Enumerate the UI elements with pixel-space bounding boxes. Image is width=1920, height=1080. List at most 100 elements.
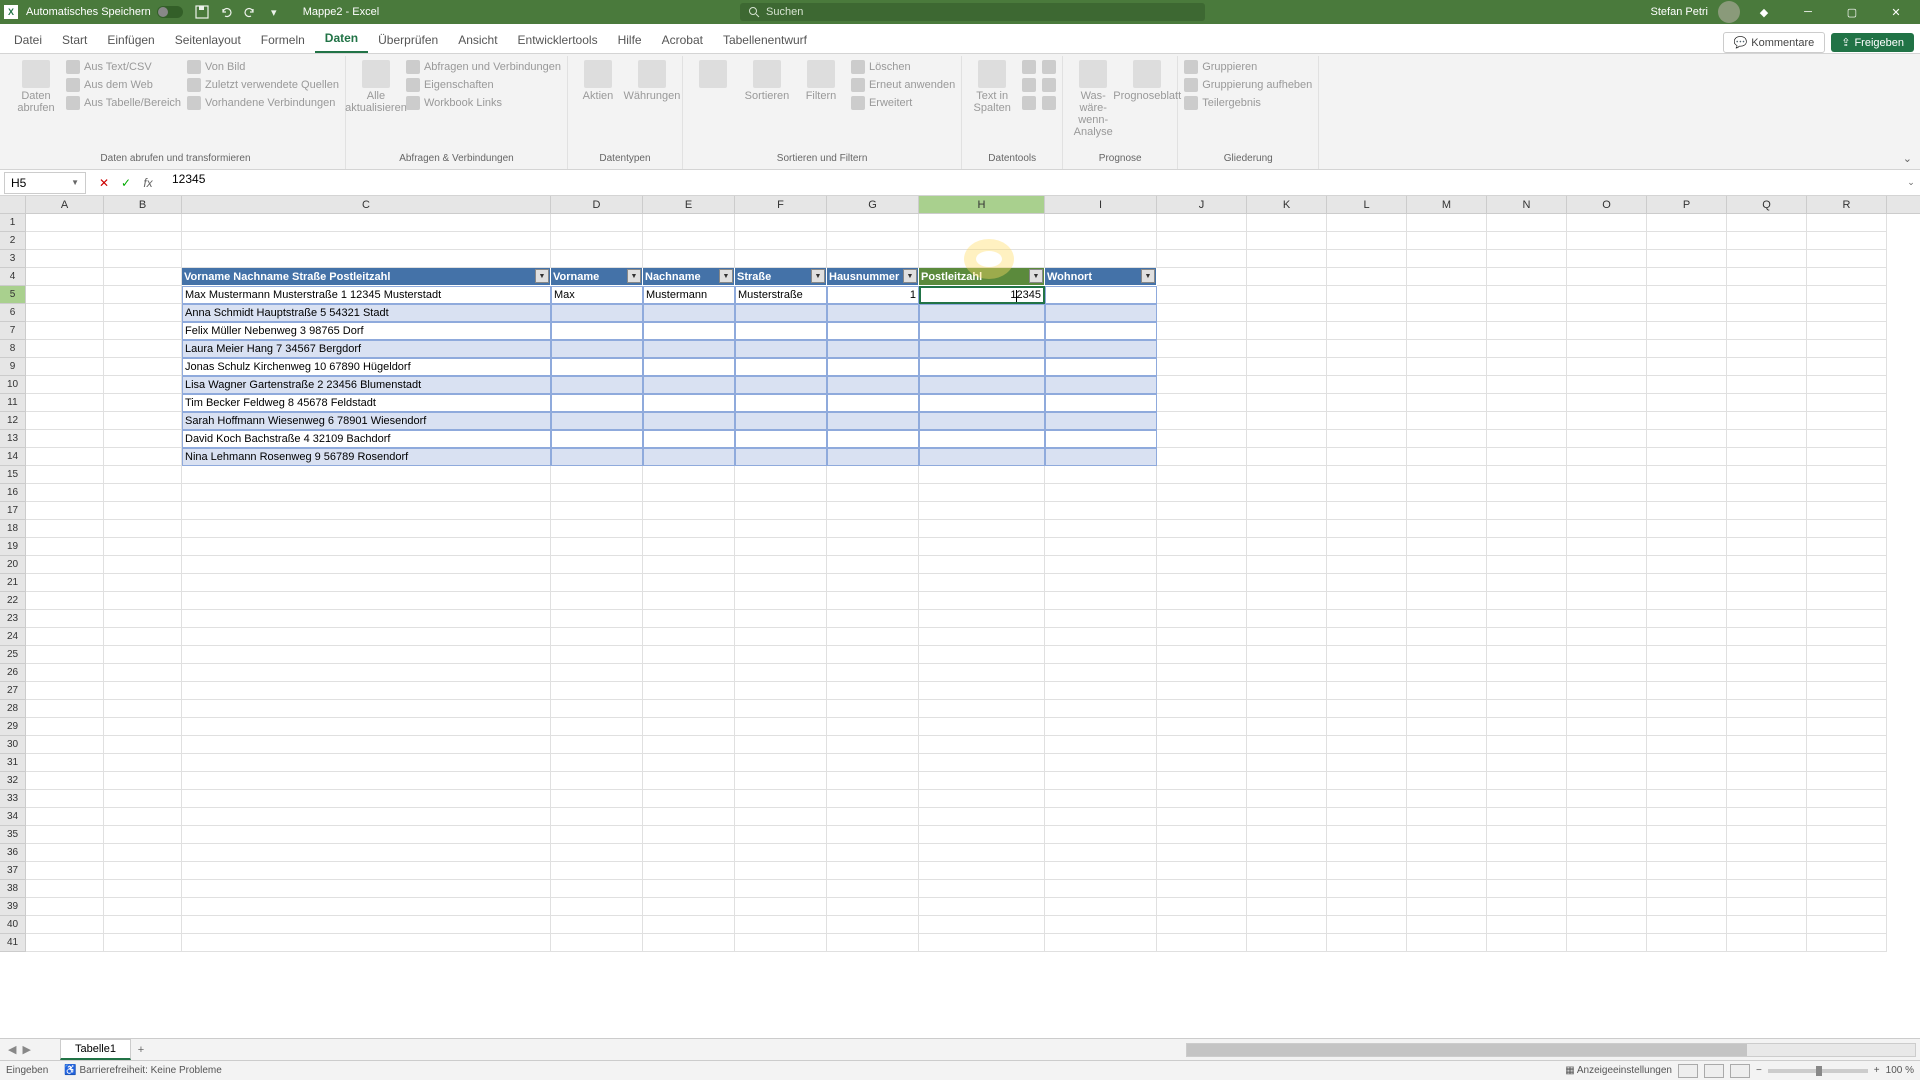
cell[interactable] bbox=[104, 862, 182, 880]
cell[interactable] bbox=[735, 358, 827, 376]
cell[interactable] bbox=[1487, 538, 1567, 556]
cell[interactable] bbox=[1567, 394, 1647, 412]
row-header[interactable]: 31 bbox=[0, 754, 26, 772]
zoom-in-button[interactable]: + bbox=[1874, 1065, 1880, 1076]
cell[interactable] bbox=[919, 484, 1045, 502]
cell[interactable] bbox=[1247, 556, 1327, 574]
cell[interactable] bbox=[919, 376, 1045, 394]
cell[interactable] bbox=[1487, 592, 1567, 610]
cell[interactable] bbox=[1807, 718, 1887, 736]
cell[interactable] bbox=[104, 430, 182, 448]
cell[interactable] bbox=[1045, 628, 1157, 646]
row-header[interactable]: 3 bbox=[0, 250, 26, 268]
row-header[interactable]: 32 bbox=[0, 772, 26, 790]
user-name[interactable]: Stefan Petri bbox=[1651, 6, 1708, 18]
cell[interactable] bbox=[1407, 520, 1487, 538]
cell[interactable] bbox=[1045, 214, 1157, 232]
cell[interactable] bbox=[919, 412, 1045, 430]
cell[interactable] bbox=[104, 808, 182, 826]
cell[interactable] bbox=[735, 862, 827, 880]
cell[interactable] bbox=[182, 628, 551, 646]
cell[interactable] bbox=[1157, 934, 1247, 952]
cell[interactable] bbox=[1247, 700, 1327, 718]
cell[interactable] bbox=[735, 628, 827, 646]
cell[interactable] bbox=[551, 664, 643, 682]
cell[interactable] bbox=[1647, 322, 1727, 340]
cell[interactable] bbox=[1045, 700, 1157, 718]
cell[interactable] bbox=[919, 736, 1045, 754]
cell[interactable] bbox=[1407, 358, 1487, 376]
cell[interactable] bbox=[1157, 592, 1247, 610]
cell[interactable] bbox=[919, 448, 1045, 466]
cell[interactable] bbox=[919, 682, 1045, 700]
cell[interactable] bbox=[104, 844, 182, 862]
cell[interactable] bbox=[1327, 556, 1407, 574]
cell[interactable] bbox=[104, 718, 182, 736]
cell[interactable] bbox=[919, 556, 1045, 574]
filter-dropdown-icon[interactable]: ▼ bbox=[903, 269, 917, 283]
cell[interactable] bbox=[26, 772, 104, 790]
row-header[interactable]: 22 bbox=[0, 592, 26, 610]
cell[interactable] bbox=[1327, 880, 1407, 898]
cell[interactable] bbox=[1807, 322, 1887, 340]
cell[interactable] bbox=[735, 916, 827, 934]
cell[interactable] bbox=[551, 574, 643, 592]
cell[interactable] bbox=[1157, 682, 1247, 700]
select-all-corner[interactable] bbox=[0, 196, 26, 213]
cell[interactable] bbox=[182, 484, 551, 502]
cell[interactable] bbox=[1157, 736, 1247, 754]
cell[interactable] bbox=[1327, 682, 1407, 700]
cell[interactable] bbox=[1487, 484, 1567, 502]
cell[interactable] bbox=[1045, 916, 1157, 934]
cell[interactable] bbox=[104, 484, 182, 502]
cell[interactable] bbox=[1807, 628, 1887, 646]
cell[interactable] bbox=[643, 520, 735, 538]
cell[interactable] bbox=[551, 916, 643, 934]
cell[interactable] bbox=[827, 232, 919, 250]
cell[interactable] bbox=[1727, 466, 1807, 484]
cell[interactable] bbox=[1327, 718, 1407, 736]
redo-icon[interactable] bbox=[241, 3, 259, 21]
cell[interactable] bbox=[551, 484, 643, 502]
ribbon-item[interactable]: Zuletzt verwendete Quellen bbox=[187, 78, 339, 92]
ribbon-item[interactable]: Erweitert bbox=[851, 96, 955, 110]
cell[interactable] bbox=[104, 304, 182, 322]
cell[interactable] bbox=[182, 466, 551, 484]
cell[interactable] bbox=[1647, 718, 1727, 736]
cell[interactable] bbox=[104, 268, 182, 286]
cell[interactable] bbox=[1045, 898, 1157, 916]
cell[interactable] bbox=[1647, 736, 1727, 754]
cell[interactable] bbox=[1045, 250, 1157, 268]
cell[interactable] bbox=[827, 664, 919, 682]
cell[interactable] bbox=[1647, 214, 1727, 232]
cell[interactable] bbox=[1487, 826, 1567, 844]
tab-tabellenentwurf[interactable]: Tabellenentwurf bbox=[713, 27, 817, 53]
cell[interactable] bbox=[1807, 772, 1887, 790]
cell[interactable] bbox=[643, 772, 735, 790]
cell[interactable]: Nachname▼ bbox=[643, 268, 735, 286]
cell[interactable] bbox=[1727, 880, 1807, 898]
cell[interactable] bbox=[26, 646, 104, 664]
cell[interactable] bbox=[1727, 754, 1807, 772]
cell[interactable] bbox=[1327, 664, 1407, 682]
cell[interactable] bbox=[1487, 898, 1567, 916]
cell[interactable] bbox=[1157, 574, 1247, 592]
cell[interactable] bbox=[1327, 790, 1407, 808]
row-header[interactable]: 35 bbox=[0, 826, 26, 844]
cell[interactable] bbox=[104, 700, 182, 718]
row-header[interactable]: 18 bbox=[0, 520, 26, 538]
cell[interactable] bbox=[735, 754, 827, 772]
row-header[interactable]: 9 bbox=[0, 358, 26, 376]
cell[interactable] bbox=[26, 286, 104, 304]
cell[interactable] bbox=[827, 412, 919, 430]
cell[interactable] bbox=[643, 664, 735, 682]
cell[interactable] bbox=[1647, 502, 1727, 520]
cell[interactable] bbox=[1567, 610, 1647, 628]
share-button[interactable]: ⇪Freigeben bbox=[1831, 33, 1914, 52]
cell[interactable] bbox=[1807, 934, 1887, 952]
cell[interactable] bbox=[1327, 394, 1407, 412]
cell[interactable] bbox=[551, 430, 643, 448]
cell[interactable] bbox=[643, 682, 735, 700]
cell[interactable] bbox=[735, 340, 827, 358]
cell[interactable] bbox=[1157, 304, 1247, 322]
